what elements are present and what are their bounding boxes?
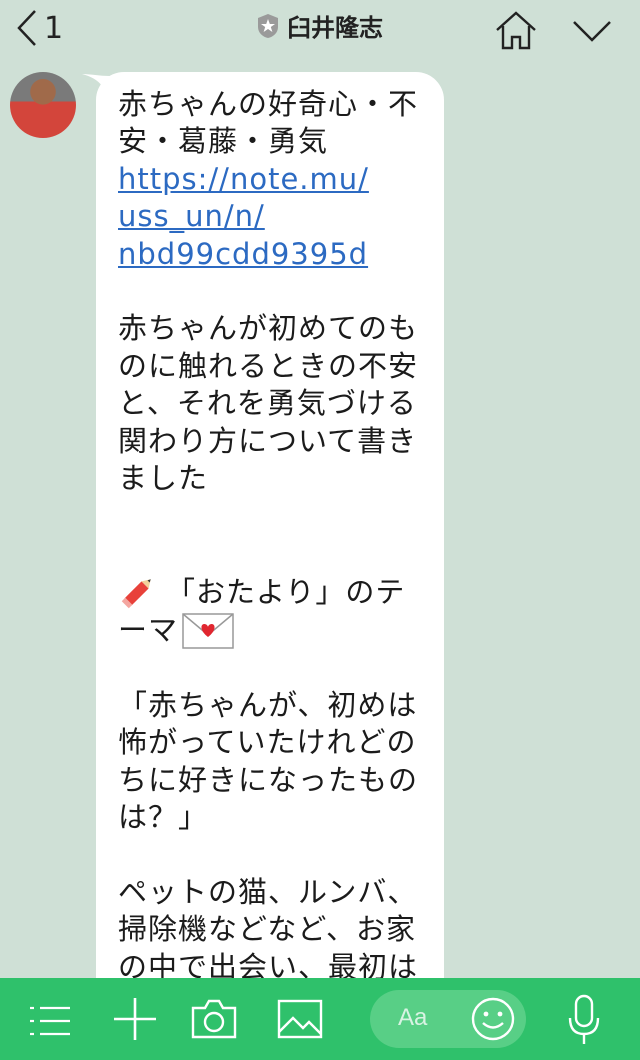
love-letter-icon <box>182 613 234 649</box>
message-bubble[interactable]: 赤ちゃんの好奇心・不 安・葛藤・勇気 https://note.mu/ uss_… <box>96 72 444 1012</box>
link-line[interactable]: uss_un/n/ <box>118 199 265 233</box>
question-line: 「赤ちゃんが、初めは <box>118 688 418 723</box>
theme-line: 「おたより」のテ <box>118 572 422 612</box>
chevron-down-icon[interactable] <box>570 12 614 52</box>
input-placeholder: Aa <box>398 1004 428 1031</box>
message-line: 掃除機などなど、お家 <box>118 912 416 947</box>
emoji-icon[interactable] <box>470 996 516 1042</box>
avatar[interactable] <box>10 72 76 138</box>
plus-icon[interactable] <box>112 996 158 1042</box>
bottom-toolbar: Aa <box>0 978 640 1060</box>
question-line: ちに好きになったもの <box>118 762 419 797</box>
message-line: 赤ちゃんが初めてのも <box>118 311 419 346</box>
camera-icon[interactable] <box>190 998 238 1040</box>
image-icon[interactable] <box>276 998 324 1040</box>
message-line: ペットの猫、ルンバ、 <box>118 875 418 910</box>
message-line: ました <box>118 461 209 496</box>
home-icon[interactable] <box>494 8 538 52</box>
chat-title-area[interactable]: 臼井隆志 <box>0 8 640 43</box>
chat-header: 1 臼井隆志 <box>0 0 640 56</box>
message-line: のに触れるときの不安 <box>118 348 419 383</box>
theme-text-2: ーマ <box>118 613 179 648</box>
message-line: と、それを勇気づける <box>118 386 417 421</box>
message-line: 関わり方について書き <box>118 423 418 458</box>
message-link[interactable]: https://note.mu/ uss_un/n/ nbd99cdd9395d <box>118 161 422 273</box>
link-line[interactable]: nbd99cdd9395d <box>118 237 368 271</box>
microphone-icon[interactable] <box>566 994 602 1046</box>
theme-line: ーマ <box>118 612 422 649</box>
question-line: は？」 <box>118 800 209 835</box>
official-badge-icon <box>258 13 278 38</box>
message-intro-line: 赤ちゃんの好奇心・不 <box>118 87 419 121</box>
theme-text-1: 「おたより」のテ <box>166 574 406 609</box>
chat-title: 臼井隆志 <box>287 14 383 42</box>
message-intro-line: 安・葛藤・勇気 <box>118 124 329 159</box>
link-line[interactable]: https://note.mu/ <box>118 162 369 196</box>
question-line: 怖がっていたけれどの <box>118 725 417 760</box>
menu-icon[interactable] <box>28 1004 72 1038</box>
pencil-icon <box>121 579 151 609</box>
